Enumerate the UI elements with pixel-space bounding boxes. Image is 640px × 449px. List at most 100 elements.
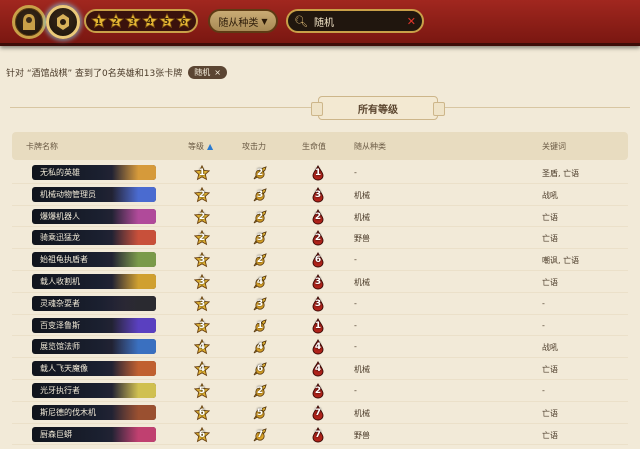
health-value: 7 (314, 407, 322, 418)
tier-value: 2 (198, 211, 206, 222)
table-row[interactable]: 厨森巨蟒 6 7 7 野兽 亡语 (12, 424, 628, 446)
tier-badge: 1 (194, 165, 210, 181)
card-name-banner[interactable]: 百变泽鲁斯 (32, 317, 156, 333)
tribe-value: 机械 (354, 212, 370, 222)
card-name-banner[interactable]: 载人飞天魔像 (32, 361, 156, 377)
card-name-banner[interactable]: 机械动物管理员 (32, 186, 156, 202)
table-row[interactable]: 无私的英雄 1 2 1 - 圣盾, 亡语 (12, 162, 628, 184)
card-name-banner[interactable]: 光牙执行者 (32, 382, 156, 398)
col-header-attack[interactable]: 攻击力 (242, 141, 266, 152)
table-row[interactable]: 百变泽鲁斯 3 1 1 - - (12, 315, 628, 337)
card-name: 百变泽鲁斯 (40, 320, 80, 330)
health-badge: 1 (310, 317, 326, 334)
card-name-banner[interactable]: 无私的英雄 (32, 165, 156, 180)
tier-filter-6[interactable]: 6 (175, 13, 192, 29)
attack-value: 3 (256, 189, 264, 200)
table-row[interactable]: 光牙执行者 5 2 2 - - (12, 380, 628, 402)
close-icon[interactable]: ✕ (407, 15, 416, 28)
search-input[interactable] (313, 15, 401, 27)
tier-filter-3[interactable]: 3 (124, 13, 141, 29)
result-text: 针对 “酒馆战棋” 查到了0名英雄和13张卡牌 (6, 68, 183, 79)
table-row[interactable]: 载人飞天魔像 4 6 4 机械 亡语 (12, 358, 628, 380)
attack-value: 2 (256, 168, 264, 178)
health-badge: 2 (310, 208, 326, 225)
health-badge: 4 (310, 361, 326, 377)
minion-filter-button[interactable] (46, 5, 80, 39)
attack-value: 3 (256, 233, 264, 244)
attack-badge: 3 (252, 187, 268, 203)
filter-chip-label: 随机 (194, 67, 211, 77)
tribe-value: - (354, 255, 357, 265)
chip-close-icon[interactable]: × (214, 68, 221, 77)
health-badge: 3 (310, 273, 326, 290)
keywords-value: 亡语 (542, 365, 558, 375)
attack-value: 7 (256, 429, 264, 440)
attack-value: 1 (256, 320, 264, 331)
attack-value: 6 (256, 364, 264, 375)
tier-badge: 2 (194, 230, 210, 246)
col-header-name[interactable]: 卡牌名称 (26, 141, 58, 152)
table-row[interactable]: 载人收割机 3 4 3 机械 亡语 (12, 271, 628, 293)
card-name: 斯尼德的伐木机 (40, 407, 96, 417)
card-name-banner[interactable]: 展览馆法师 (32, 339, 156, 355)
health-value: 4 (314, 342, 322, 353)
tier-filter-4[interactable]: 4 (141, 13, 158, 29)
health-badge: 3 (310, 295, 326, 312)
tribe-value: 野兽 (354, 430, 370, 440)
attack-value: 3 (256, 298, 264, 309)
tribe-value: - (354, 298, 357, 308)
tier-filter-1[interactable]: 1 (90, 13, 107, 29)
search-icon: 🔍︎ (294, 14, 308, 28)
tier-value: 4 (198, 364, 206, 375)
attack-badge: 4 (252, 274, 268, 290)
card-name-banner[interactable]: 厨森巨蟒 (32, 426, 156, 442)
table-row[interactable]: 机械动物管理员 2 3 3 机械 战吼 (12, 184, 628, 206)
col-header-tier[interactable]: 等级 ▲ (188, 141, 213, 152)
health-value: 3 (314, 276, 322, 287)
table-row[interactable]: 爆爆机器人 2 2 2 机械 亡语 (12, 206, 628, 228)
table-row[interactable]: 骑乘迅猛龙 2 3 2 野兽 亡语 (12, 227, 628, 250)
card-name-banner[interactable]: 载人收割机 (32, 273, 156, 289)
table-row[interactable]: 灵魂杂耍者 3 3 3 - - (12, 293, 628, 315)
keywords-value: 亡语 (542, 212, 558, 222)
tier-badge: 3 (194, 317, 210, 334)
filter-chip[interactable]: 随机 × (188, 65, 227, 79)
table-row[interactable]: 展览馆法师 4 4 4 - 战吼 (12, 336, 628, 359)
hero-icon (23, 14, 35, 30)
tier-filter-label: 2 (112, 16, 119, 26)
col-header-tribe[interactable]: 随从种类 (354, 141, 386, 152)
keywords-value: 圣盾, 亡语 (542, 169, 580, 178)
card-name-banner[interactable]: 始祖龟执盾者 (32, 252, 156, 268)
col-header-keywords[interactable]: 关键词 (542, 141, 566, 152)
level-banner-label: 所有等级 (358, 104, 398, 116)
tier-badge: 4 (194, 361, 210, 377)
card-name-banner[interactable]: 灵魂杂耍者 (32, 295, 156, 311)
card-art (112, 426, 156, 442)
minion-type-dropdown[interactable]: 随从种类 ▼ (208, 9, 278, 33)
table-row[interactable]: 始祖龟执盾者 3 2 6 - 嘲讽, 亡语 (12, 249, 628, 271)
attack-value: 4 (256, 276, 264, 287)
card-art (112, 339, 156, 355)
tier-filter-label: 6 (180, 16, 187, 26)
keywords-value: 嘲讽, 亡语 (542, 256, 580, 266)
health-value: 2 (314, 385, 322, 396)
attack-value: 2 (256, 385, 264, 396)
tier-badge: 5 (194, 382, 210, 399)
attack-badge: 3 (252, 296, 268, 312)
card-name-banner[interactable]: 爆爆机器人 (32, 208, 156, 224)
card-name-banner[interactable]: 斯尼德的伐木机 (32, 404, 156, 420)
tier-filter-2[interactable]: 2 (107, 13, 124, 29)
keywords-value: 亡语 (542, 234, 558, 244)
tribe-value: 机械 (354, 408, 370, 418)
tier-value: 3 (198, 320, 206, 331)
tribe-value: 机械 (354, 190, 370, 200)
col-header-health[interactable]: 生命值 (302, 141, 326, 152)
hero-filter-button[interactable] (12, 5, 46, 39)
tier-filter-5[interactable]: 5 (158, 13, 175, 29)
attack-badge: 2 (252, 383, 268, 399)
attack-badge: 2 (252, 252, 268, 268)
table-row[interactable]: 斯尼德的伐木机 6 5 7 机械 亡语 (12, 402, 628, 424)
tier-badge: 3 (194, 273, 210, 290)
tier-value: 2 (198, 189, 206, 200)
card-name-banner[interactable]: 骑乘迅猛龙 (32, 230, 156, 246)
